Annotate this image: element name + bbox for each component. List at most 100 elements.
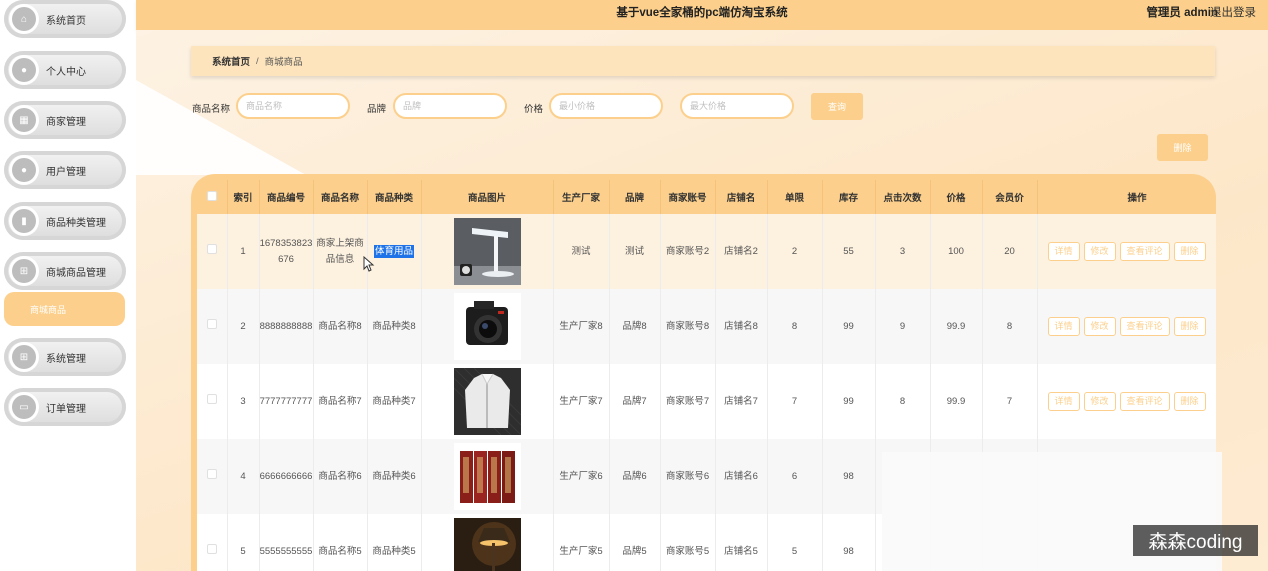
product-image-lamp	[453, 218, 521, 285]
cell-code: 6666666666	[259, 439, 314, 514]
cell-stock: 99	[822, 364, 876, 439]
column-header: 商品编号	[259, 180, 314, 214]
cell-maker: 生产厂家7	[553, 364, 610, 439]
row-checkbox[interactable]	[206, 393, 217, 404]
breadcrumb-separator: /	[256, 55, 259, 67]
cell-name: 商家上架商品信息	[313, 214, 368, 289]
sidebar-item-personal[interactable]: ● 个人中心	[4, 51, 126, 89]
table-row[interactable]: 1 1678353823676 商家上架商品信息 体育用品 测试 测试 商家账号…	[197, 214, 1216, 289]
sidebar: ⌂ 系统首页 ● 个人中心 ▦ 商家管理 ● 用户管理 ▮ 商品种类管理 ⊞ 商…	[0, 0, 136, 571]
detail-button[interactable]: 详情	[1047, 242, 1080, 261]
sidebar-item-merchant[interactable]: ▦ 商家管理	[4, 101, 126, 139]
cell-actions: 详情 修改 查看评论 删除	[1037, 289, 1216, 364]
brand-input[interactable]	[393, 93, 507, 119]
apps-icon: ⊞	[12, 345, 36, 369]
row-checkbox[interactable]	[206, 543, 217, 554]
column-header: 商家账号	[660, 180, 716, 214]
cell-image	[421, 289, 554, 364]
column-header: 店铺名	[715, 180, 768, 214]
cell-brand: 品牌8	[609, 289, 661, 364]
briefcase-icon: ▭	[12, 395, 36, 419]
cell-image	[421, 514, 554, 571]
cell-image	[421, 439, 554, 514]
sidebar-item-label: 商家管理	[46, 116, 86, 128]
cell-price: 99.9	[930, 364, 983, 439]
edit-button[interactable]: 修改	[1083, 242, 1116, 261]
cell-index: 1	[227, 214, 260, 289]
sidebar-item-category[interactable]: ▮ 商品种类管理	[4, 202, 126, 240]
cell-limit: 7	[767, 364, 823, 439]
cell-limit: 5	[767, 514, 823, 571]
grid-icon: ▦	[12, 108, 36, 132]
row-checkbox[interactable]	[206, 318, 217, 329]
view-comments-button[interactable]: 查看评论	[1119, 392, 1170, 411]
cell-vip-price: 20	[982, 214, 1038, 289]
column-header: 价格	[930, 180, 983, 214]
cell-limit: 6	[767, 439, 823, 514]
product-name-input[interactable]	[236, 93, 350, 119]
edit-button[interactable]: 修改	[1083, 392, 1116, 411]
book-icon: ▮	[12, 209, 36, 233]
view-comments-button[interactable]: 查看评论	[1119, 242, 1170, 261]
cell-code: 5555555555	[259, 514, 314, 571]
query-button[interactable]: 查询	[811, 93, 863, 120]
sidebar-item-system[interactable]: ⊞ 系统管理	[4, 338, 126, 376]
cell-account: 商家账号2	[660, 214, 716, 289]
cell-shop: 店铺名8	[715, 289, 768, 364]
cell-category: 商品种类5	[367, 514, 422, 571]
cell-image	[421, 364, 554, 439]
cell-brand: 测试	[609, 214, 661, 289]
table-row[interactable]: 3 7777777777 商品名称7 商品种类7 生产厂家7 品牌7 商家账号7…	[197, 364, 1216, 439]
sidebar-item-products[interactable]: ⊞ 商城商品管理	[4, 252, 126, 290]
cell-price: 100	[930, 214, 983, 289]
cell-clicks: 8	[875, 364, 931, 439]
cell-stock: 98	[822, 439, 876, 514]
column-header: 索引	[227, 180, 260, 214]
sidebar-item-label: 系统首页	[46, 15, 86, 27]
column-header: 点击次数	[875, 180, 931, 214]
cell-maker: 生产厂家6	[553, 439, 610, 514]
cell-stock: 99	[822, 289, 876, 364]
select-all-checkbox[interactable]	[206, 190, 217, 201]
sidebar-item-home[interactable]: ⌂ 系统首页	[4, 0, 126, 38]
sidebar-item-users[interactable]: ● 用户管理	[4, 151, 126, 189]
detail-button[interactable]: 详情	[1047, 317, 1080, 336]
detail-button[interactable]: 详情	[1047, 392, 1080, 411]
view-comments-button[interactable]: 查看评论	[1119, 317, 1170, 336]
header-select-all[interactable]	[197, 180, 228, 214]
app-title: 基于vue全家桶的pc端仿淘宝系统	[616, 7, 788, 19]
top-header: 基于vue全家桶的pc端仿淘宝系统 管理员 admin 退出登录	[136, 0, 1268, 30]
product-image-jacket	[453, 368, 521, 435]
cell-clicks: 3	[875, 214, 931, 289]
cell-code: 7777777777	[259, 364, 314, 439]
breadcrumb-home[interactable]: 系统首页	[212, 54, 250, 68]
column-header: 商品名称	[313, 180, 368, 214]
cell-name: 商品名称8	[313, 289, 368, 364]
delete-button[interactable]: 删除	[1173, 242, 1206, 261]
max-price-input[interactable]	[680, 93, 794, 119]
sidebar-subitem-mall-products[interactable]: 商城商品	[4, 292, 125, 326]
cell-name: 商品名称7	[313, 364, 368, 439]
row-checkbox[interactable]	[206, 243, 217, 254]
cell-category: 体育用品	[367, 214, 422, 289]
column-header: 会员价	[982, 180, 1038, 214]
min-price-input[interactable]	[549, 93, 663, 119]
row-checkbox[interactable]	[206, 468, 217, 479]
logout-link[interactable]: 退出登录	[1210, 4, 1256, 20]
sidebar-item-label: 用户管理	[46, 166, 86, 178]
column-header: 商品种类	[367, 180, 422, 214]
sidebar-item-orders[interactable]: ▭ 订单管理	[4, 388, 126, 426]
cell-vip-price: 7	[982, 364, 1038, 439]
batch-delete-button[interactable]: 删除	[1157, 134, 1208, 161]
edit-button[interactable]: 修改	[1083, 317, 1116, 336]
column-header: 库存	[822, 180, 876, 214]
cell-account: 商家账号5	[660, 514, 716, 571]
table-row[interactable]: 2 8888888888 商品名称8 商品种类8 生产厂家8 品牌8 商家账号8…	[197, 289, 1216, 364]
current-user: 管理员 admin	[1146, 7, 1218, 19]
cell-index: 4	[227, 439, 260, 514]
home-icon: ⌂	[12, 7, 36, 31]
cell-shop: 店铺名2	[715, 214, 768, 289]
delete-button[interactable]: 删除	[1173, 392, 1206, 411]
breadcrumb: 系统首页 / 商城商品	[191, 46, 1215, 76]
delete-button[interactable]: 删除	[1173, 317, 1206, 336]
